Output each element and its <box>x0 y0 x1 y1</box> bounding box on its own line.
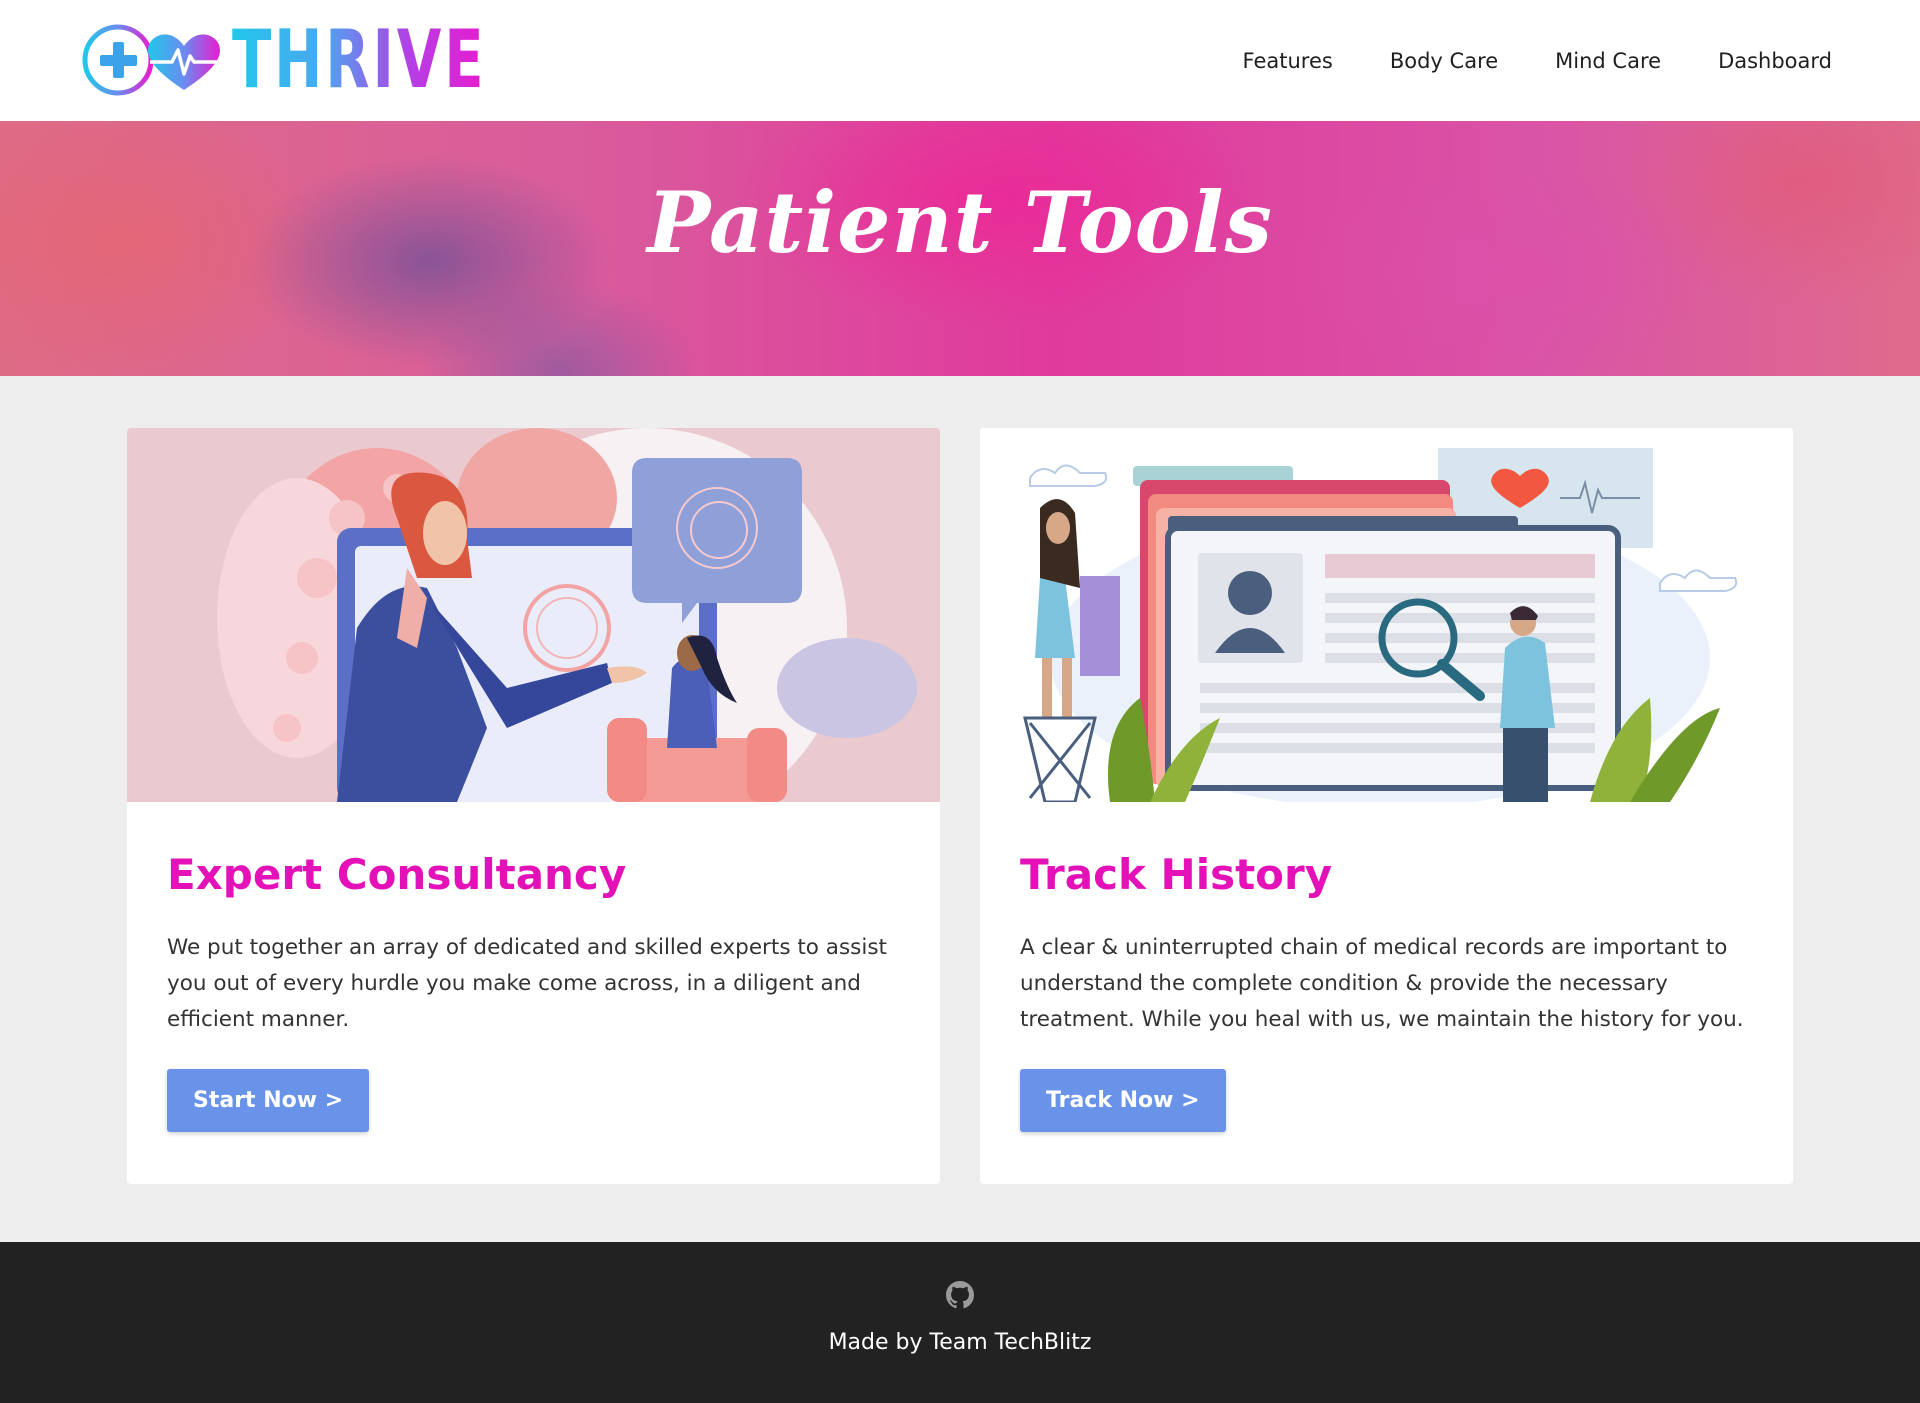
card-description: A clear & uninterrupted chain of medical… <box>1020 935 1744 1032</box>
card-title: Track History <box>1020 850 1333 899</box>
start-now-button[interactable]: Start Now > <box>167 1069 370 1132</box>
card-expert-consultancy: Expert Consultancy We put together an ar… <box>127 428 940 1184</box>
consultation-illustration <box>127 428 940 802</box>
brand-logo[interactable]: THRIVE <box>80 18 585 102</box>
github-icon[interactable] <box>946 1281 974 1309</box>
nav-mind-care[interactable]: Mind Care <box>1555 49 1661 73</box>
main-nav: Features Body Care Mind Care Dashboard <box>1186 0 1832 121</box>
nav-body-care[interactable]: Body Care <box>1390 49 1498 73</box>
nav-dashboard[interactable]: Dashboard <box>1718 49 1832 73</box>
track-now-button[interactable]: Track Now > <box>1020 1069 1226 1132</box>
card-track-history: Track History A clear & uninterrupted ch… <box>980 428 1793 1184</box>
hero-banner: Patient Tools <box>0 121 1920 376</box>
navbar: THRIVE Features Body Care Mind Care Dash… <box>0 0 1920 121</box>
footer-credit: Made by Team TechBlitz <box>828 1330 1092 1355</box>
card-description: We put together an array of dedicated an… <box>167 935 887 1032</box>
nav-features[interactable]: Features <box>1243 49 1333 73</box>
card-title: Expert Consultancy <box>167 850 627 899</box>
medical-plus-heart-icon <box>82 24 222 96</box>
page-title: Patient Tools <box>647 173 1273 272</box>
footer: Made by Team TechBlitz <box>0 1242 1920 1403</box>
brand-name: THRIVE <box>232 13 487 106</box>
medical-records-illustration <box>980 428 1793 802</box>
